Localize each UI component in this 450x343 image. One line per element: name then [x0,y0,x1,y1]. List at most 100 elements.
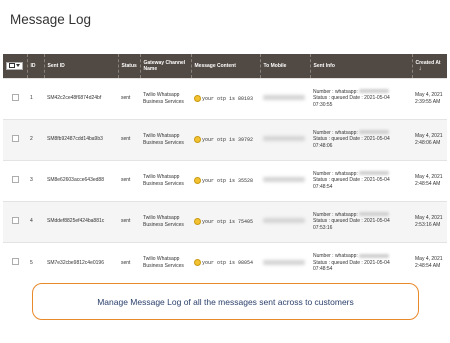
redacted-number [359,212,390,217]
mass-select-dropdown[interactable] [6,61,24,70]
cell-gateway: Twilio Whatsapp Business Services [140,77,191,119]
cell-id: 2 [27,118,44,160]
cell-created-date: May 4, 2021 [415,92,443,98]
page-title: Message Log [10,12,92,27]
cell-info-time: 07:48:54 [313,266,333,272]
cell-content-text: your otp is 35528 [202,177,254,184]
redacted-number [359,253,390,258]
table-row[interactable]: 2 SM8fb92487cdd14ba9b3 sent Twilio Whats… [3,118,447,160]
cell-content-text: your otp is 98054 [202,259,254,266]
cell-created: May 4, 2021 2:48:06 AM [412,118,447,160]
cell-mobile [260,118,310,160]
mass-select-checkbox[interactable] [9,63,16,68]
cell-sent-id: SM42c2ce48f6874d24bf [44,77,118,119]
chevron-down-icon[interactable] [16,64,21,67]
cell-status: sent [118,118,140,160]
message-log-grid: ID Sent ID Status Gateway Channel Name M… [3,54,447,283]
column-header-info[interactable]: Sent Info [309,54,412,78]
cell-created-date: May 4, 2021 [415,215,443,221]
row-select-cell[interactable] [3,200,27,242]
cell-content-text: your otp is 80103 [202,95,254,102]
row-select-cell[interactable] [3,241,27,283]
cell-sent-id: SM7e32cbe9812c4e0196 [44,241,118,283]
table-row[interactable]: 3 SM8e62603acce643ed88 sent Twilio Whats… [3,159,447,201]
cell-created-time: 2:39:55 AM [415,98,441,105]
cell-info: Number : whatsapp: Status : queued Date … [310,241,412,283]
cell-created-date: May 4, 2021 [415,174,443,180]
row-select-cell[interactable] [3,77,27,119]
row-checkbox[interactable] [11,175,19,183]
table-row[interactable]: 1 SM42c2ce48f6874d24bf sent Twilio Whats… [3,77,447,119]
mass-select-header[interactable] [3,54,27,78]
cell-created-time: 2:48:54 AM [415,262,441,269]
column-header-content[interactable]: Message Content [190,54,260,78]
cell-info: Number : whatsapp: Status : queued Date … [310,77,412,119]
row-checkbox[interactable] [11,216,19,224]
cell-id: 1 [27,77,44,119]
cell-gateway: Twilio Whatsapp Business Services [140,159,191,201]
row-select-cell[interactable] [3,159,27,201]
cell-info-number: Number : whatsapp: [313,88,358,95]
cell-created-date: May 4, 2021 [415,133,443,139]
grid-header-row: ID Sent ID Status Gateway Channel Name M… [3,54,447,78]
table-row[interactable]: 5 SM7e32cbe9812c4e0196 sent Twilio Whats… [3,241,447,283]
cell-status: sent [118,241,140,283]
redacted-mobile [263,259,305,265]
cell-info-number: Number : whatsapp: [313,129,358,136]
cell-id: 4 [27,200,44,242]
smiley-emoji-icon [194,176,201,184]
cell-content: your otp is 35528 [191,159,260,201]
cell-content: your otp is 75405 [191,200,260,242]
column-header-id[interactable]: ID [26,54,44,78]
cell-created-time: 2:48:54 AM [415,180,441,187]
redacted-mobile [263,95,305,101]
cell-info-time: 07:30:55 [313,101,333,108]
column-header-created[interactable]: Created At↓ [411,54,447,78]
cell-content-text: your otp is 75405 [202,218,254,225]
redacted-mobile [263,218,305,224]
smiley-emoji-icon [194,217,201,225]
cell-mobile [260,77,310,119]
cell-created: May 4, 2021 2:53:16 AM [412,200,447,242]
cell-info: Number : whatsapp: Status : queued Date … [310,159,412,201]
cell-info-time: 07:48:06 [313,142,333,149]
cell-sent-id: SM8fb92487cdd14ba9b3 [44,118,118,160]
cell-created: May 4, 2021 2:48:54 AM [412,159,447,201]
redacted-number [359,171,390,176]
cell-mobile [260,200,310,242]
cell-created: May 4, 2021 2:48:54 AM [412,241,447,283]
row-checkbox[interactable] [11,258,19,265]
column-header-mobile[interactable]: To Mobile [259,54,310,78]
column-header-gateway[interactable]: Gateway Channel Name [139,54,191,78]
cell-info-time: 07:53:16 [313,224,333,231]
column-header-sent-id[interactable]: Sent ID [43,54,118,78]
cell-mobile [260,159,310,201]
smiley-emoji-icon [194,259,201,267]
column-header-status[interactable]: Status [117,54,140,78]
redacted-number [359,130,390,135]
row-select-cell[interactable] [3,118,27,160]
cell-content: your otp is 80103 [191,77,260,119]
cell-info-number: Number : whatsapp: [313,170,358,177]
cell-content: your otp is 39792 [191,118,260,160]
row-checkbox[interactable] [11,134,19,142]
redacted-mobile [263,177,305,183]
cell-id: 5 [27,241,44,283]
cell-created-time: 2:48:06 AM [415,139,441,146]
smiley-emoji-icon [194,135,201,143]
cell-info-time: 07:48:54 [313,183,333,190]
row-checkbox[interactable] [11,93,19,101]
cell-gateway: Twilio Whatsapp Business Services [140,118,191,160]
cell-created-time: 2:53:16 AM [415,221,441,228]
cell-content: your otp is 98054 [191,241,260,283]
table-row[interactable]: 4 SMddef8825ef424ba881c sent Twilio What… [3,200,447,242]
caption-box: Manage Message Log of all the messages s… [32,283,419,320]
sort-down-arrow-icon[interactable]: ↓ [419,66,422,72]
cell-info-number: Number : whatsapp: [313,211,358,218]
cell-id: 3 [27,159,44,201]
cell-info-number: Number : whatsapp: [313,253,358,259]
cell-status: sent [118,159,140,201]
cell-gateway: Twilio Whatsapp Business Services [140,241,191,283]
redacted-mobile [263,136,305,142]
cell-info: Number : whatsapp: Status : queued Date … [310,118,412,160]
